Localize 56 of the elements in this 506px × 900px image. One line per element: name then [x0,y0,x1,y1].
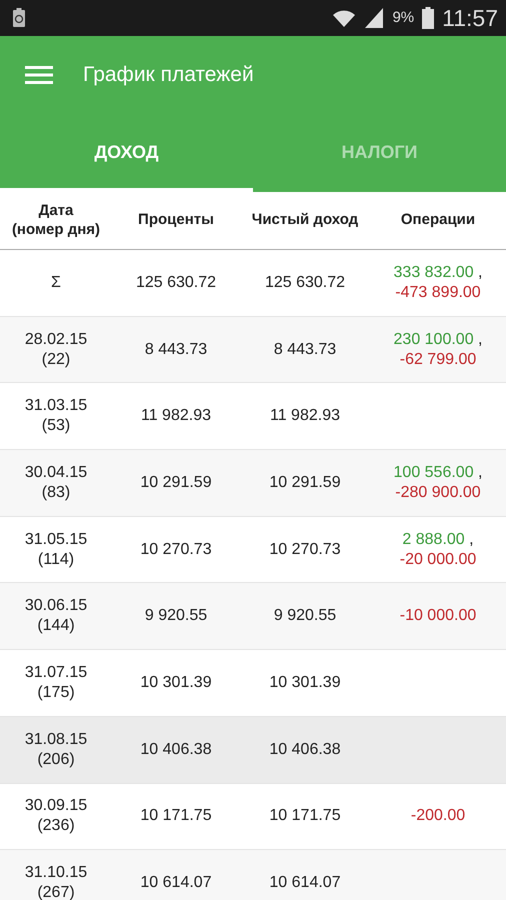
operation-amount: 2 888.00 [402,530,465,548]
signal-icon [364,7,384,29]
table-cell-text: 9 920.55 [144,606,208,626]
table-cell-text: 10 301.39 [268,672,342,693]
table-cell-text: 125 630.72 [264,272,346,293]
operation-amount: -473 899.00 [395,284,481,301]
table-cell-text: 10 171.75 [268,806,342,826]
table-cell-text: 31.03.15 (53) [24,396,88,436]
table-cell-text: 11 982.93 [140,406,212,426]
table-cell-text: 30.06.15 (144) [24,596,88,636]
table-cell-text: 10 291.59 [139,472,213,493]
operation-amount: -200.00 [410,807,466,824]
operation-amount: 333 832.00 [394,264,474,281]
column-header: Дата (номер дня) [10,200,102,240]
battery-icon [422,7,434,29]
separator-comma: , [477,264,482,281]
table-cell-text: 10 406.38 [268,740,342,760]
table-cell-text: 125 630.72 [134,272,218,293]
column-header: Чистый доход [250,210,360,230]
table-cell-text: 30.04.15 (83) [24,462,88,503]
table-cell-text: 11 982.93 [269,406,341,426]
operation-amount: -62 799.00 [400,350,476,368]
separator-comma: , [477,330,482,348]
table-cell-text: 9 920.55 [272,606,338,626]
battery-percent: 9% [392,8,414,28]
column-header: Операции [400,210,476,230]
operation-amount: -280 900.00 [395,484,481,501]
table-cell-text: 31.07.15 (175) [24,662,88,703]
table-cell-text: 30.09.15 (236) [24,796,88,836]
column-header: Проценты [137,210,215,230]
operation-amount: 100 556.00 [394,464,474,481]
table-cell-text: 10 614.07 [139,873,213,894]
separator-comma: , [468,530,474,548]
table-cell-text: 10 406.38 [139,740,213,760]
table-cell-text: Σ [50,272,62,293]
table-cell-text: 8 443.73 [144,340,208,360]
menu-icon[interactable] [25,64,53,84]
table-cell-text: 31.05.15 (114) [24,530,88,570]
table-cell-text: 10 171.75 [139,806,213,826]
operation-amount: 230 100.00 [394,330,474,348]
table-cell-text: 8 443.73 [272,340,338,360]
table-cell-text: 10 270.73 [139,540,213,560]
table-cell-text: 10 301.39 [139,672,213,693]
table-cell-text: 28.02.15 (22) [24,330,88,370]
operation-amount: -10 000.00 [400,607,476,624]
table-cell-text: 31.10.15 (267) [24,863,88,900]
app-title: График платежей [83,62,254,88]
tab[interactable]: ДОХОД [0,113,253,192]
operation-amount: -20 000.00 [400,550,476,568]
separator-comma: , [477,464,482,481]
table-cell-text: 31.08.15 (206) [24,730,88,770]
table-cell-text: 10 270.73 [268,540,342,560]
table-cell-text: 10 614.07 [268,873,342,894]
clock-time: 11:57 [442,4,498,33]
table-cell-text: 10 291.59 [268,472,342,493]
tab[interactable]: НАЛОГИ [253,113,506,192]
